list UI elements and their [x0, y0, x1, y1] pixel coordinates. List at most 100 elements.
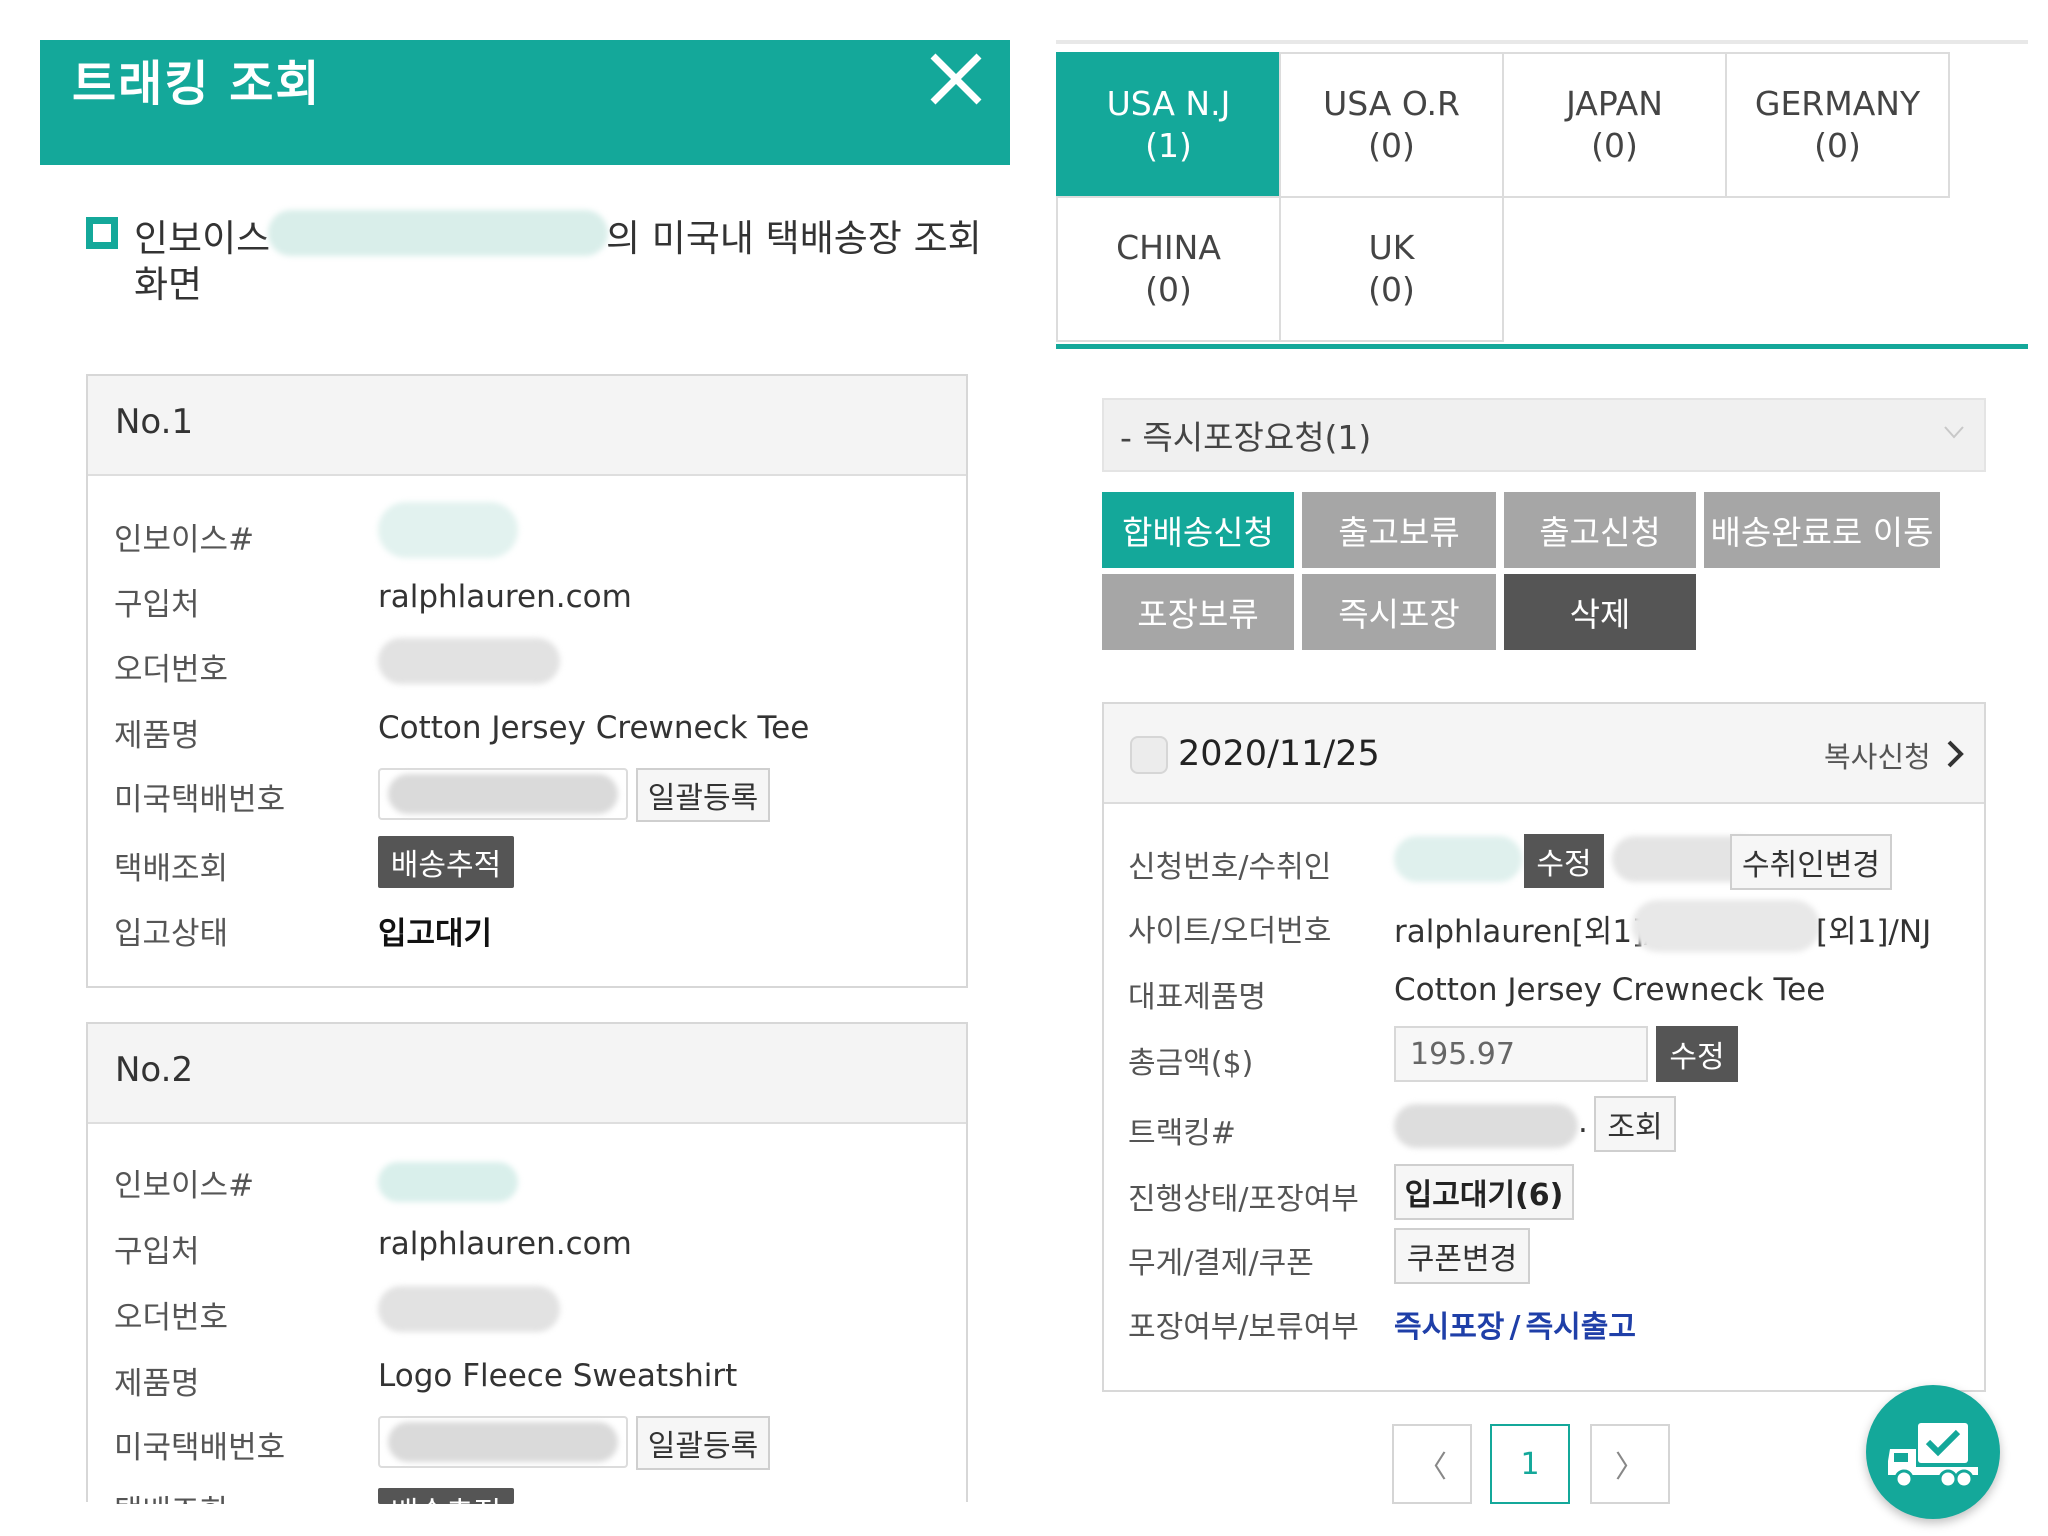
hold-release-button[interactable]: 출고보류 [1302, 492, 1496, 568]
tab-usa-nj[interactable]: USA N.J (1) [1056, 52, 1281, 198]
product-label: 제품명 [114, 1366, 200, 1402]
tracking-label: 트랙킹# [1128, 1116, 1236, 1151]
track-shipment-button[interactable]: 배송추적 [378, 836, 514, 888]
move-to-delivered-button[interactable]: 배송완료로 이동 [1704, 492, 1940, 568]
delivery-fab-button[interactable] [1866, 1385, 2000, 1519]
tab-count: (0) [1145, 270, 1192, 309]
redacted-tracking [388, 774, 618, 814]
request-recipient-label: 신청번호/수취인 [1128, 850, 1332, 885]
chevron-down-icon [1944, 426, 1964, 439]
us-tracking-label: 미국택배번호 [114, 782, 286, 818]
change-recipient-button[interactable]: 수취인변경 [1730, 834, 1892, 890]
vendor-label: 구입처 [114, 1234, 200, 1270]
tab-count: (0) [1591, 126, 1638, 165]
hold-packing-button[interactable]: 포장보류 [1102, 574, 1294, 650]
product-label: 제품명 [114, 718, 200, 754]
card-number: No.1 [115, 402, 194, 442]
packing-hold-label: 포장여부/보류여부 [1128, 1310, 1359, 1345]
status-button[interactable]: 입고대기(6) [1394, 1164, 1574, 1220]
info-square-icon [86, 217, 118, 249]
combine-shipping-button[interactable]: 합배송신청 [1102, 492, 1294, 568]
total-amount-input[interactable]: 195.97 [1394, 1026, 1648, 1082]
order-label: 오더번호 [114, 1300, 229, 1336]
tab-count: (0) [1368, 126, 1415, 165]
tab-count: (0) [1814, 126, 1861, 165]
product-value: Logo Fleece Sweatshirt [378, 1358, 738, 1394]
tabs-bottom-border [1056, 344, 2028, 349]
tab-name: UK [1368, 228, 1415, 267]
redacted-tracking [388, 1422, 618, 1462]
tab-china[interactable]: CHINA (0) [1056, 196, 1281, 342]
tracking-card-2: No.2 인보이스# 구입처 ralphlauren.com 오더번호 제품명 … [86, 1022, 968, 1504]
order-card: 2020/11/25 복사신청 신청번호/수취인 수정 수취인변경 사이트/오더… [1102, 702, 1986, 1392]
tab-count: (0) [1368, 270, 1415, 309]
chevron-right-icon[interactable] [1944, 738, 1966, 770]
redacted-order-no [378, 1286, 560, 1332]
site-order-prefix: ralphlauren[외1]/ [1394, 914, 1655, 950]
redacted-order-no [378, 638, 560, 684]
instant-packing-button[interactable]: 즉시포장 [1302, 574, 1496, 650]
tab-japan[interactable]: JAPAN (0) [1502, 52, 1727, 198]
site-order-suffix: [외1]/NJ [1816, 914, 1932, 950]
close-icon[interactable] [925, 48, 987, 110]
progress-status-label: 진행상태/포장여부 [1128, 1182, 1359, 1217]
change-coupon-button[interactable]: 쿠폰변경 [1394, 1228, 1530, 1284]
request-release-button[interactable]: 출고신청 [1504, 492, 1696, 568]
us-tracking-label: 미국택배번호 [114, 1430, 286, 1466]
tab-name: JAPAN [1566, 84, 1663, 123]
truck-check-icon [1888, 1423, 1978, 1489]
tab-name: GERMANY [1754, 84, 1921, 123]
site-order-label: 사이트/오더번호 [1128, 914, 1332, 949]
invoice-label: 인보이스# [114, 1168, 255, 1204]
lookup-button[interactable]: 조회 [1594, 1096, 1676, 1152]
tab-uk[interactable]: UK (0) [1279, 196, 1504, 342]
redacted-invoice-no [378, 1162, 518, 1202]
tab-name: USA N.J [1106, 84, 1231, 123]
edit-request-button[interactable]: 수정 [1524, 834, 1604, 888]
tracking-lookup-label: 택배조회 [114, 851, 229, 887]
tracking-dot: . [1578, 1104, 1588, 1140]
status-value: 입고대기 [378, 916, 493, 952]
card-header [88, 1024, 966, 1124]
weight-payment-coupon-label: 무게/결제/쿠폰 [1128, 1246, 1314, 1281]
status-label: 입고상태 [114, 916, 229, 952]
order-label: 오더번호 [114, 652, 229, 688]
total-amount-label: 총금액($) [1128, 1046, 1254, 1081]
page-1-button[interactable]: 1 [1490, 1424, 1570, 1504]
packing-links: 즉시포장 / 즉시출고 [1394, 1302, 1636, 1346]
tracking-lookup-label: 택배조회 [114, 1486, 228, 1504]
product-value: Cotton Jersey Crewneck Tee [378, 710, 810, 746]
next-page-button[interactable]: 〉 [1590, 1424, 1670, 1504]
tab-germany[interactable]: GERMANY (0) [1725, 52, 1950, 198]
instant-release-link[interactable]: 즉시출고 [1526, 1310, 1636, 1345]
vendor-label: 구입처 [114, 587, 200, 623]
tracking-card-1: No.1 인보이스# 구입처 ralphlauren.com 오더번호 제품명 … [86, 374, 968, 988]
invoice-label: 인보이스# [114, 522, 255, 558]
vendor-value: ralphlauren.com [378, 579, 632, 615]
info-text-line2: 화면 [134, 263, 203, 306]
main-product-value: Cotton Jersey Crewneck Tee [1394, 972, 1826, 1008]
instant-packing-link[interactable]: 즉시포장 [1394, 1310, 1504, 1345]
copy-request-link[interactable]: 복사신청 [1824, 734, 1931, 776]
tab-name: USA O.R [1323, 84, 1460, 123]
redacted-tracking-no [1394, 1104, 1578, 1148]
order-checkbox[interactable] [1130, 736, 1168, 774]
link-separator: / [1509, 1310, 1521, 1345]
vendor-value: ralphlauren.com [378, 1226, 632, 1262]
redacted-invoice [268, 210, 608, 256]
tab-usa-or[interactable]: USA O.R (0) [1279, 52, 1504, 198]
card-number: No.2 [115, 1050, 194, 1090]
redacted-invoice-no [378, 502, 518, 558]
edit-total-button[interactable]: 수정 [1656, 1026, 1738, 1082]
tab-name: CHINA [1116, 228, 1221, 267]
filter-select[interactable]: - 즉시포장요청(1) [1102, 398, 1986, 472]
redacted-order-no [1632, 900, 1820, 952]
tabs-top-border [1056, 40, 2028, 44]
track-shipment-button[interactable]: 배송추적 [378, 1488, 514, 1504]
prev-page-button[interactable]: 〈 [1392, 1424, 1472, 1504]
redacted-request-no [1394, 836, 1522, 882]
bulk-register-button[interactable]: 일괄등록 [636, 768, 770, 822]
bulk-register-button[interactable]: 일괄등록 [636, 1416, 770, 1470]
order-date: 2020/11/25 [1178, 734, 1380, 774]
delete-button[interactable]: 삭제 [1504, 574, 1696, 650]
